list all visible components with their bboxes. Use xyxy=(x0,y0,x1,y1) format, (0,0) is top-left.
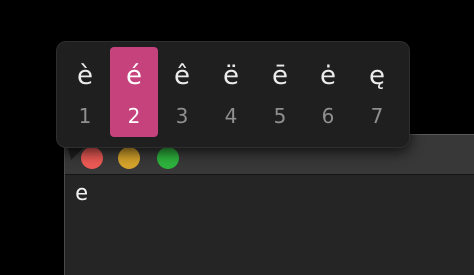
accent-char: è xyxy=(77,61,93,91)
accent-popover: è 1 é 2 ê 3 ë 4 ē 5 ė 6 ę 7 xyxy=(56,41,410,148)
editor-window: e xyxy=(64,134,474,275)
accent-option-2[interactable]: é 2 xyxy=(110,47,158,137)
accent-option-5[interactable]: ē 5 xyxy=(256,47,304,137)
zoom-button[interactable] xyxy=(157,147,179,169)
accent-option-3[interactable]: ê 3 xyxy=(158,47,206,137)
accent-char: ė xyxy=(320,61,336,91)
accent-number: 7 xyxy=(370,104,384,128)
accent-char: ę xyxy=(369,61,385,91)
accent-option-4[interactable]: ë 4 xyxy=(207,47,255,137)
accent-char: ê xyxy=(174,61,190,91)
accent-option-1[interactable]: è 1 xyxy=(61,47,109,137)
accent-char: é xyxy=(126,61,142,91)
minimize-button[interactable] xyxy=(118,147,140,169)
accent-option-6[interactable]: ė 6 xyxy=(304,47,352,137)
editor-text[interactable]: e xyxy=(75,181,88,207)
accent-number: 5 xyxy=(273,104,287,128)
accent-number: 2 xyxy=(127,104,141,128)
accent-char: ē xyxy=(272,61,288,91)
accent-number: 6 xyxy=(321,104,335,128)
accent-option-7[interactable]: ę 7 xyxy=(353,47,401,137)
accent-number: 1 xyxy=(78,104,92,128)
accent-number: 4 xyxy=(224,104,238,128)
accent-char: ë xyxy=(223,61,239,91)
accent-number: 3 xyxy=(175,104,189,128)
